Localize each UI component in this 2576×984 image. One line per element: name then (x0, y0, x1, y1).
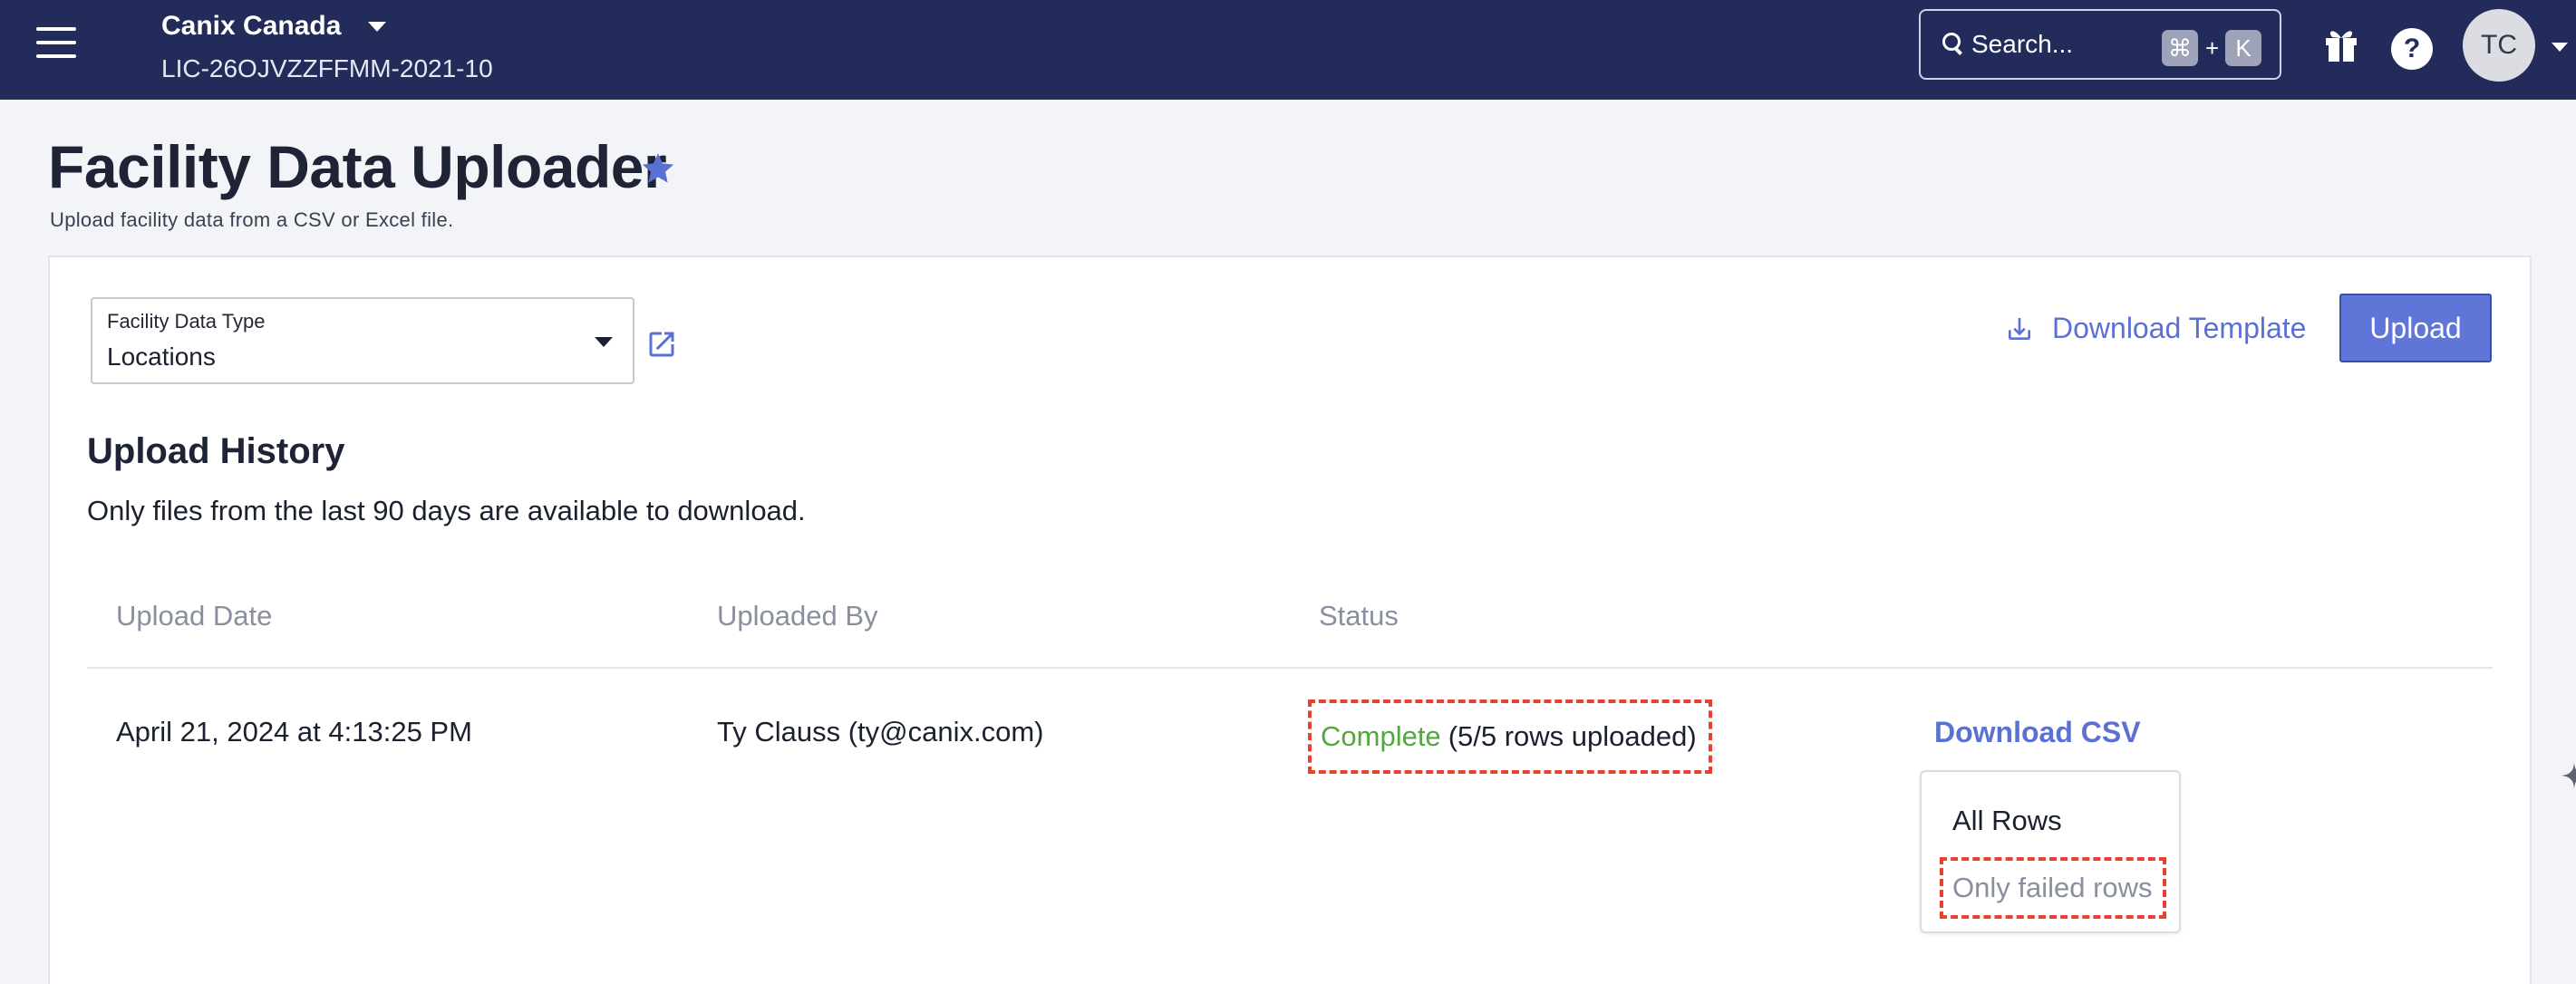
organization-name[interactable]: Canix Canada (161, 11, 341, 42)
star-icon[interactable] (639, 150, 677, 188)
shortcut-plus: + (2205, 34, 2220, 62)
download-template-label[interactable]: Download Template (2052, 312, 2306, 345)
license-number: LIC-26OJVZZFFMM-2021-10 (161, 54, 493, 82)
column-header-upload-date[interactable]: Upload Date (116, 600, 272, 632)
chevron-down-icon[interactable] (368, 21, 387, 32)
column-header-uploaded-by[interactable]: Uploaded By (717, 600, 878, 632)
download-icon (2009, 317, 2030, 340)
gift-icon[interactable] (2323, 24, 2359, 63)
download-csv-button[interactable]: Download CSV (1934, 716, 2141, 749)
status-detail: (5/5 rows uploaded) (1448, 720, 1697, 752)
column-header-status[interactable]: Status (1319, 600, 1399, 632)
sparkle-icon[interactable] (2554, 757, 2576, 794)
organization-switcher[interactable]: Canix Canada LIC-26OJVZZFFMM-2021-10 (161, 11, 493, 83)
upload-button[interactable]: Upload (2339, 294, 2492, 362)
chevron-down-icon[interactable] (595, 337, 613, 347)
upload-date-cell: April 21, 2024 at 4:13:25 PM (116, 716, 472, 748)
top-bar: Canix Canada LIC-26OJVZZFFMM-2021-10 Sea… (0, 0, 2576, 100)
download-template-button[interactable]: Download Template (2005, 312, 2306, 345)
table-divider (87, 667, 2493, 669)
uploaded-by-cell: Ty Clauss (ty@canix.com) (717, 716, 1044, 748)
facility-data-type-label: Facility Data Type (107, 310, 266, 333)
upload-history-title: Upload History (87, 431, 345, 471)
menu-item-only-failed-rows[interactable]: Only failed rows (1952, 872, 2153, 904)
status-cell: Complete (5/5 rows uploaded) (1308, 699, 1712, 774)
menu-item-all-rows[interactable]: All Rows (1952, 805, 2062, 837)
avatar[interactable]: TC (2463, 9, 2535, 82)
facility-data-type-select[interactable]: Facility Data Type Locations (91, 297, 634, 384)
search-icon (1941, 33, 1964, 56)
menu-icon[interactable] (36, 27, 76, 58)
facility-data-type-value[interactable]: Locations (107, 342, 216, 371)
menu-item-failed-rows-wrapper[interactable]: Only failed rows (1940, 857, 2166, 919)
external-link-icon[interactable] (645, 328, 678, 361)
search-placeholder: Search... (1971, 30, 2074, 58)
upload-history-note: Only files from the last 90 days are ava… (87, 495, 806, 526)
search-input[interactable]: Search... ⌘ + K (1919, 9, 2281, 80)
download-options-menu: All Rows Only failed rows (1920, 770, 2181, 933)
page-title: Facility Data Uploader (48, 133, 667, 200)
page-subtitle: Upload facility data from a CSV or Excel… (50, 208, 454, 231)
command-key-badge: ⌘ (2162, 30, 2198, 66)
help-icon[interactable]: ? (2391, 28, 2433, 70)
chevron-down-icon[interactable] (2552, 43, 2568, 52)
status-badge: Complete (1321, 720, 1441, 752)
k-key-badge: K (2225, 30, 2261, 66)
